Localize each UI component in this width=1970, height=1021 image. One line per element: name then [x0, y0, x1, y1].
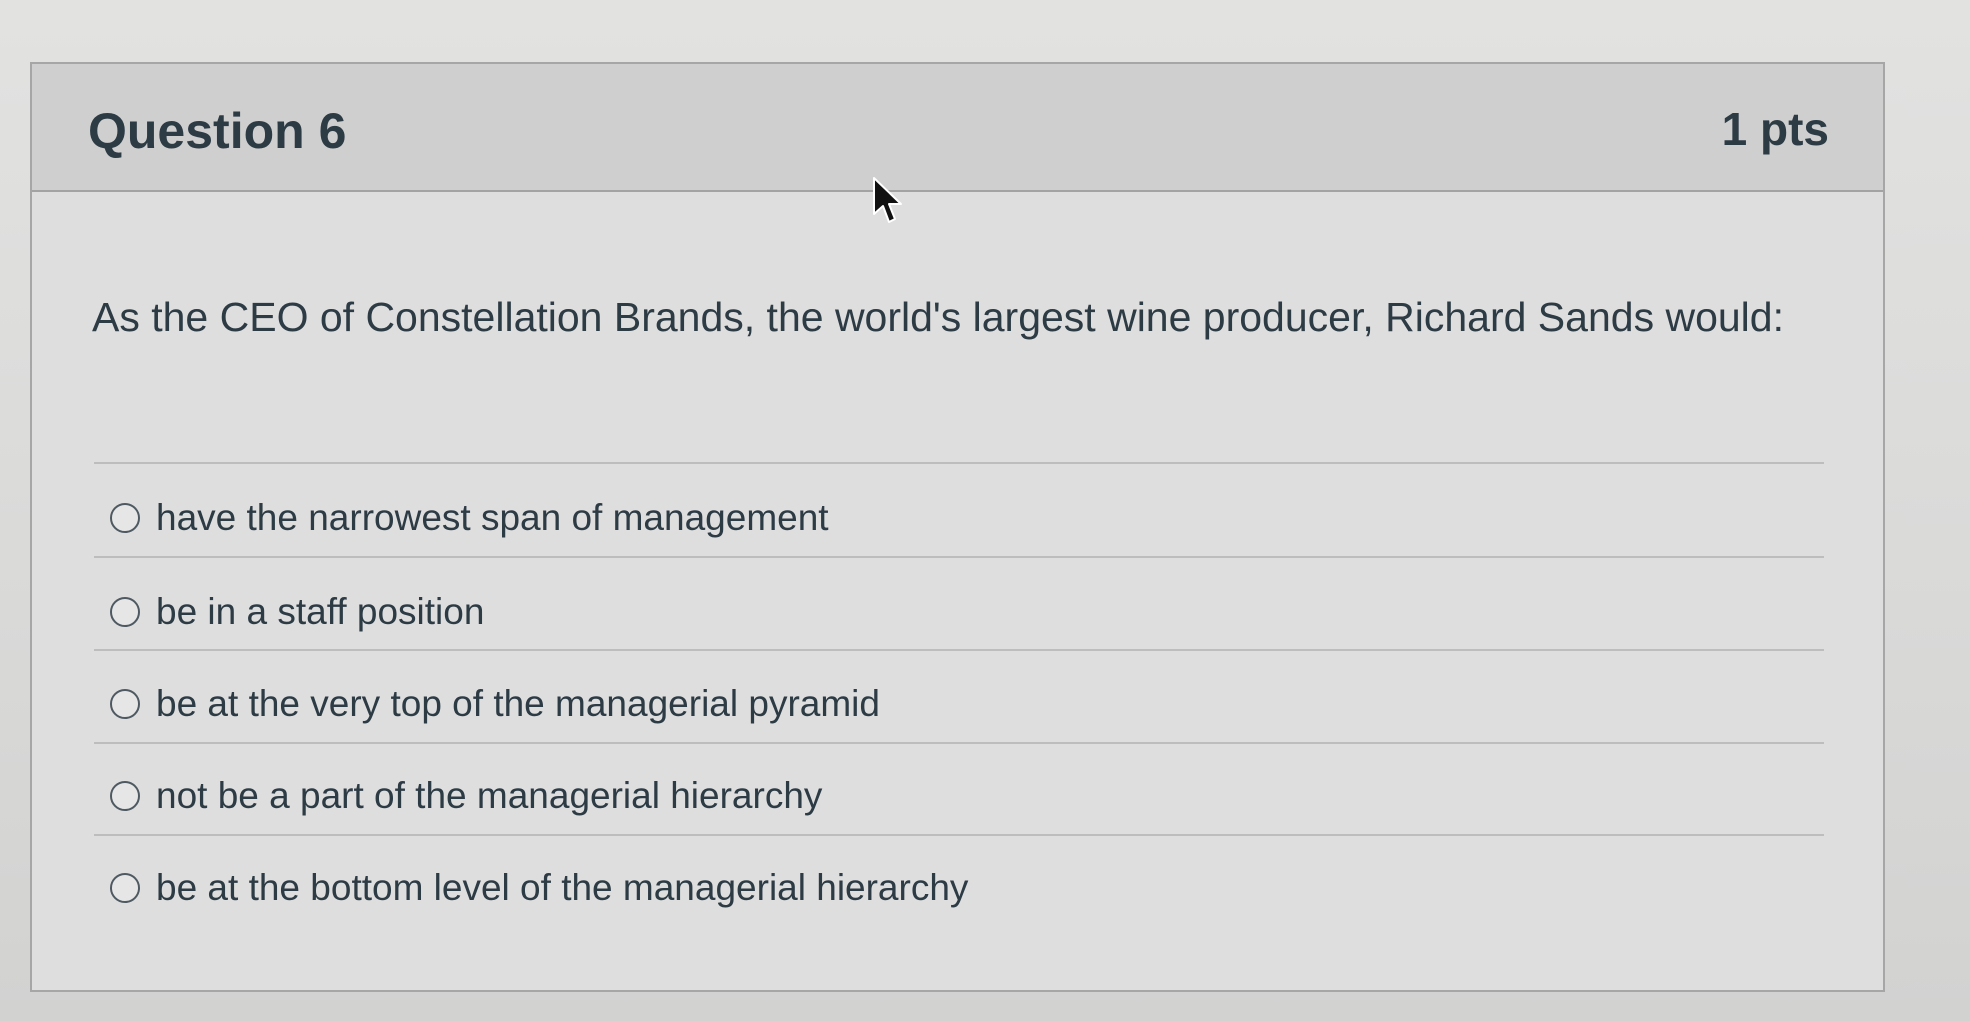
question-points: 1 pts [1721, 103, 1829, 155]
radio-button-icon[interactable] [110, 503, 140, 533]
answer-label[interactable]: be in a staff position [156, 591, 484, 633]
radio-button-icon[interactable] [110, 689, 140, 719]
screen: Question 6 1 pts As the CEO of Constella… [0, 0, 1970, 1021]
answer-option-3[interactable]: be at the very top of the managerial pyr… [110, 674, 880, 734]
answer-label[interactable]: have the narrowest span of management [156, 497, 829, 539]
question-body: As the CEO of Constellation Brands, the … [32, 192, 1883, 990]
answers-top-divider [94, 462, 1824, 464]
question-card: Question 6 1 pts As the CEO of Constella… [30, 62, 1885, 992]
radio-button-icon[interactable] [110, 781, 140, 811]
answer-option-4[interactable]: not be a part of the managerial hierarch… [110, 766, 822, 826]
answer-option-1[interactable]: have the narrowest span of management [110, 488, 829, 548]
answer-divider [94, 742, 1824, 744]
answer-divider [94, 834, 1824, 836]
answer-divider [94, 556, 1824, 558]
question-text: As the CEO of Constellation Brands, the … [92, 294, 1784, 340]
radio-button-icon[interactable] [110, 597, 140, 627]
answer-label[interactable]: be at the very top of the managerial pyr… [156, 683, 880, 725]
question-header: Question 6 1 pts [32, 64, 1883, 192]
answer-option-5[interactable]: be at the bottom level of the managerial… [110, 858, 968, 918]
question-title: Question 6 [88, 103, 347, 159]
answer-label[interactable]: be at the bottom level of the managerial… [156, 867, 968, 909]
answer-divider [94, 649, 1824, 651]
radio-button-icon[interactable] [110, 873, 140, 903]
answer-label[interactable]: not be a part of the managerial hierarch… [156, 775, 822, 817]
answer-option-2[interactable]: be in a staff position [110, 582, 484, 642]
